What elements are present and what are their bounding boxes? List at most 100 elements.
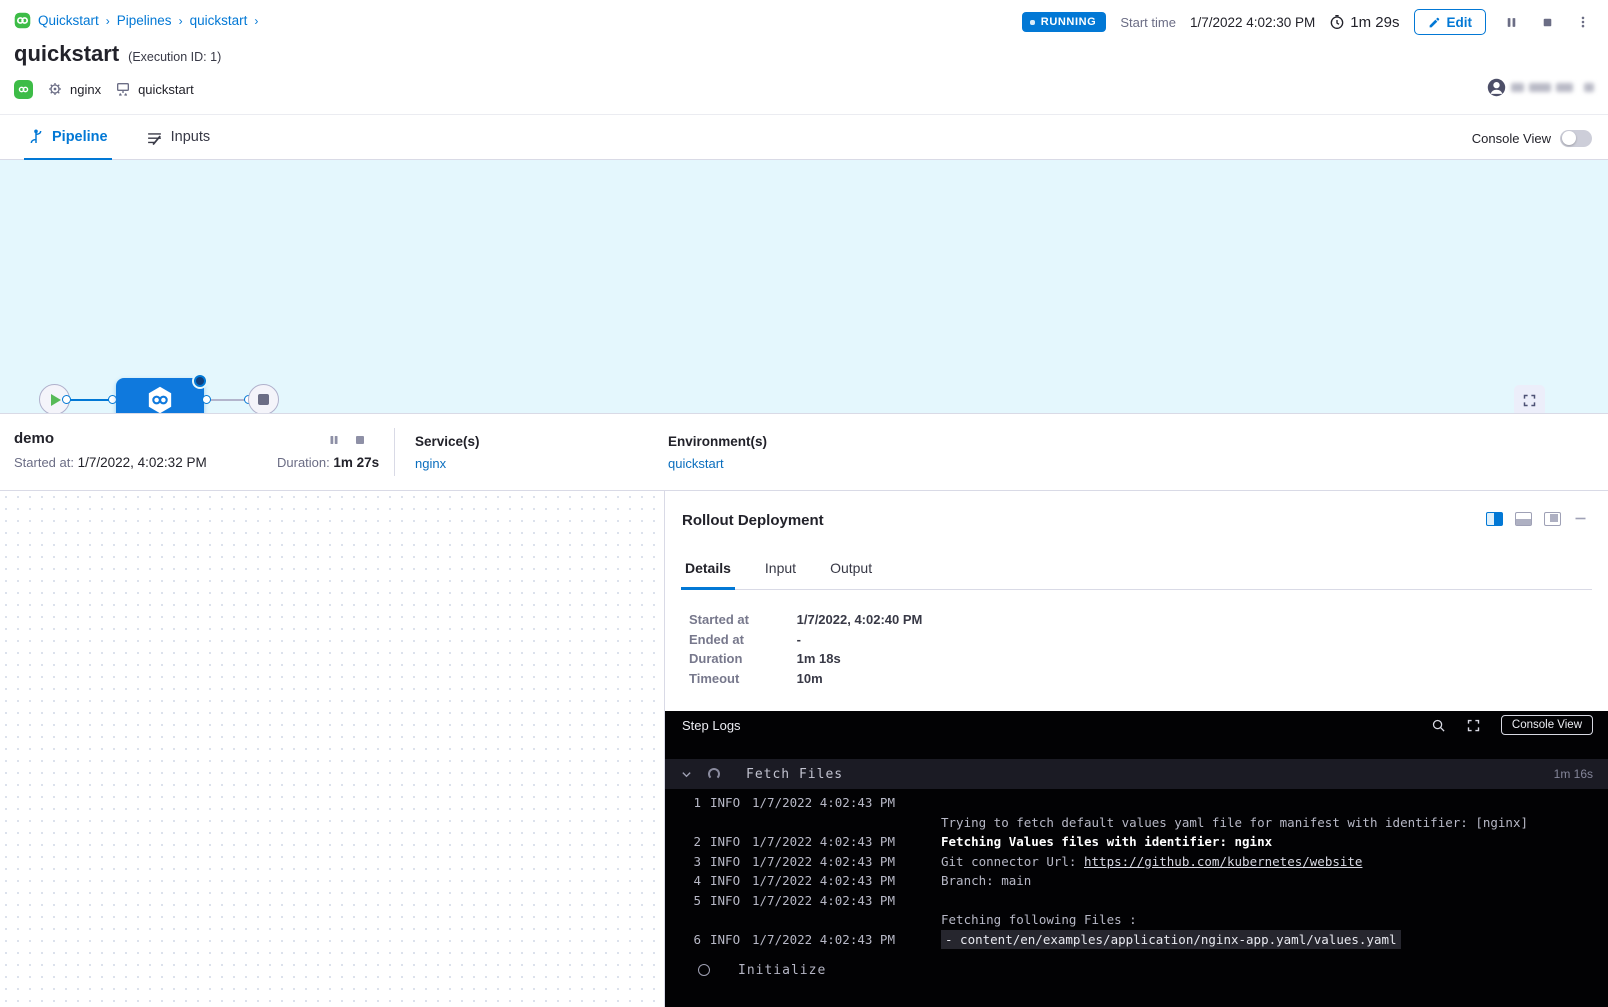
fullscreen-button[interactable] — [1514, 385, 1545, 416]
stop-pipeline-icon[interactable] — [1536, 11, 1558, 33]
log-link[interactable]: https://github.com/kubernetes/website — [1084, 854, 1362, 869]
stage-info-bar: demo Started at: 1/7/2022, 4:02:32 PM Du… — [0, 413, 1608, 490]
status-label: RUNNING — [1041, 16, 1097, 28]
log-level: INFO — [710, 793, 752, 813]
layout-panel-right-icon[interactable] — [1544, 512, 1561, 526]
more-options-icon[interactable] — [1572, 11, 1594, 33]
environments-label: Environment(s) — [668, 434, 767, 449]
detail-label: Ended at — [689, 632, 769, 647]
log-message: Fetching following Files : — [941, 910, 1137, 930]
detail-row: Duration 1m 18s — [689, 651, 841, 666]
log-line: 4 INFO 1/7/2022 4:02:43 PM Branch: main — [665, 871, 1608, 891]
log-section-name: Fetch Files — [746, 767, 843, 782]
expand-logs-icon[interactable] — [1466, 718, 1481, 733]
pipeline-execution-screen: Quickstart › Pipelines › quickstart › RU… — [0, 0, 1608, 1007]
edit-button-label: Edit — [1447, 15, 1473, 30]
log-timestamp — [752, 910, 938, 930]
breadcrumb-separator: › — [179, 14, 183, 28]
breadcrumb-item-pipeline-name[interactable]: quickstart — [190, 13, 248, 28]
pending-circle-icon — [698, 964, 710, 976]
toggle-knob — [1562, 131, 1576, 145]
stage-duration: Duration: 1m 27s — [277, 455, 379, 470]
harness-logo-icon — [14, 12, 31, 29]
port — [62, 395, 71, 404]
layout-split-horizontal-icon[interactable] — [1515, 512, 1532, 526]
pencil-icon — [1428, 16, 1441, 29]
detail-value: 1/7/2022, 4:02:40 PM — [797, 612, 923, 627]
step-graph-canvas[interactable]: Service Infrastructure Resource Constrai… — [0, 490, 664, 1007]
log-line: 6 INFO 1/7/2022 4:02:43 PM - content/en/… — [665, 930, 1608, 950]
log-timestamp — [752, 813, 938, 833]
breadcrumb-separator: › — [106, 14, 110, 28]
tab-pipeline-label: Pipeline — [52, 129, 108, 145]
detail-row: Timeout 10m — [689, 671, 823, 686]
play-icon — [51, 394, 61, 406]
pause-pipeline-icon[interactable] — [1500, 11, 1522, 33]
tab-output[interactable]: Output — [826, 557, 876, 589]
detail-label: Started at — [689, 612, 769, 627]
service-link[interactable]: nginx — [415, 456, 446, 471]
tab-pipeline[interactable]: Pipeline — [28, 115, 108, 159]
service-tag[interactable]: nginx — [47, 81, 101, 97]
environment-icon — [115, 81, 131, 97]
log-line: 3 INFO 1/7/2022 4:02:43 PM Git connector… — [665, 852, 1608, 872]
started-at-value: 1/7/2022, 4:02:32 PM — [78, 455, 207, 470]
console-view-toggle[interactable] — [1560, 130, 1592, 147]
layout-split-vertical-icon[interactable] — [1486, 512, 1503, 526]
log-section-initialize[interactable]: Initialize — [665, 954, 1608, 986]
duration-value: 1m 27s — [333, 455, 379, 470]
minimize-panel-icon[interactable] — [1573, 511, 1588, 526]
step-logs-title: Step Logs — [682, 718, 741, 733]
harness-cd-icon — [14, 80, 33, 99]
log-line-number: 5 — [665, 891, 701, 911]
step-logs-header: Step Logs Console View — [665, 711, 1608, 739]
log-timestamp: 1/7/2022 4:02:43 PM — [752, 793, 938, 813]
tags-row: nginx quickstart — [14, 79, 194, 99]
log-level — [710, 813, 752, 833]
elapsed-value: 1m 29s — [1350, 14, 1399, 31]
stage-name: demo — [14, 430, 54, 447]
breadcrumb-separator: › — [254, 14, 258, 28]
log-timestamp: 1/7/2022 4:02:43 PM — [752, 871, 938, 891]
detail-row: Ended at - — [689, 632, 801, 647]
log-timestamp: 1/7/2022 4:02:43 PM — [752, 891, 938, 911]
log-section-name: Initialize — [738, 963, 826, 978]
log-section-fetch-files[interactable]: Fetch Files 1m 16s — [665, 759, 1608, 789]
end-node[interactable] — [248, 384, 279, 415]
log-line-number: 1 — [665, 793, 701, 813]
log-line: 5 INFO 1/7/2022 4:02:43 PM — [665, 891, 1608, 911]
execution-id: (Execution ID: 1) — [128, 50, 221, 64]
inputs-icon — [146, 129, 163, 146]
gear-icon — [47, 81, 63, 97]
page-header: Quickstart › Pipelines › quickstart › RU… — [0, 0, 1608, 114]
tab-details[interactable]: Details — [681, 557, 735, 589]
environment-tag[interactable]: quickstart — [115, 81, 194, 97]
breadcrumb-item-quickstart[interactable]: Quickstart — [38, 13, 99, 28]
tab-input[interactable]: Input — [761, 557, 800, 589]
log-lines: 1 INFO 1/7/2022 4:02:43 PM Trying to fet… — [665, 793, 1608, 949]
step-logs-console: Step Logs Console View Fetch Files 1m 16… — [665, 711, 1608, 1007]
tab-inputs-label: Inputs — [171, 129, 211, 145]
divider — [394, 428, 395, 476]
stage-graph-canvas[interactable]: demo — [0, 160, 1608, 413]
status-badge: RUNNING — [1022, 12, 1107, 32]
log-line: Fetching following Files : — [665, 910, 1608, 930]
environment-tag-label: quickstart — [138, 82, 194, 97]
loading-spinner-icon — [708, 768, 720, 780]
pause-stage-icon[interactable] — [328, 434, 340, 446]
log-message: Branch: main — [941, 871, 1031, 891]
breadcrumb-item-pipelines[interactable]: Pipelines — [117, 13, 172, 28]
page-title: quickstart — [14, 41, 119, 67]
console-view-button[interactable]: Console View — [1501, 715, 1593, 735]
search-icon[interactable] — [1431, 718, 1446, 733]
detail-label: Timeout — [689, 671, 769, 686]
step-detail-panel: Rollout Deployment Details Input Output … — [664, 490, 1608, 1007]
environment-link[interactable]: quickstart — [668, 456, 724, 471]
user-info — [1487, 78, 1594, 97]
log-level: INFO — [710, 852, 752, 872]
console-view-label: Console View — [1472, 131, 1551, 146]
edit-button[interactable]: Edit — [1414, 9, 1487, 35]
stop-stage-icon[interactable] — [354, 434, 366, 446]
tab-inputs[interactable]: Inputs — [146, 115, 211, 159]
log-level — [710, 910, 752, 930]
